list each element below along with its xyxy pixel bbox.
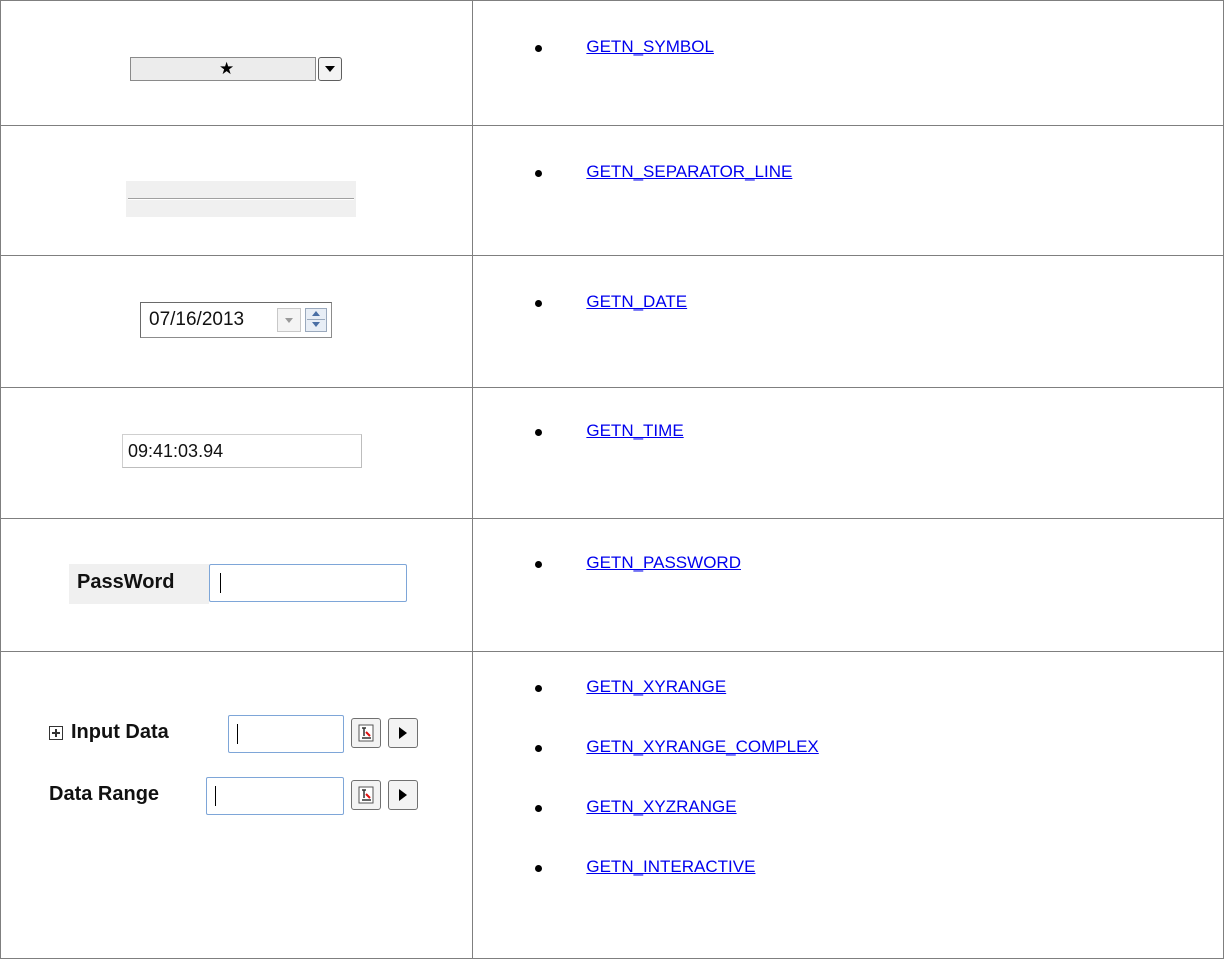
- table-row: GETN_SEPARATOR_LINE: [0, 125, 1224, 256]
- controls-table: ★ GETN_SYMBOL GETN_SEPARATOR_LINE 07/16/…: [0, 0, 1224, 959]
- control-preview-cell: [0, 125, 474, 256]
- text-caret: [220, 573, 221, 593]
- text-caret: [215, 786, 216, 806]
- link-getn-interactive[interactable]: GETN_INTERACTIVE: [586, 857, 755, 877]
- spinner-divider: [307, 319, 325, 320]
- input-data-field[interactable]: [228, 715, 344, 753]
- symbol-combo-field[interactable]: ★: [130, 57, 316, 81]
- links-cell: GETN_DATE: [472, 255, 1224, 388]
- links-cell: GETN_SEPARATOR_LINE: [472, 125, 1224, 256]
- table-row: 07/16/2013 GETN_DATE: [0, 255, 1224, 388]
- link-getn-symbol[interactable]: GETN_SYMBOL: [586, 37, 714, 57]
- control-preview-cell: 07/16/2013: [0, 255, 474, 388]
- links-cell: GETN_TIME: [472, 387, 1224, 519]
- play-arrow-icon: [399, 727, 407, 739]
- control-preview-cell: Input Data Data Range: [0, 651, 474, 959]
- time-value: 09:41:03.94: [128, 441, 224, 461]
- expand-plus-icon[interactable]: [49, 726, 63, 740]
- bullet-icon: [535, 170, 543, 177]
- links-cell: GETN_SYMBOL: [472, 0, 1224, 126]
- table-row: Input Data Data Range GETN_XYRANGE GETN_…: [0, 651, 1224, 959]
- dropdown-arrow-icon: [285, 318, 293, 323]
- links-cell: GETN_PASSWORD: [472, 518, 1224, 652]
- bullet-icon: [535, 300, 543, 307]
- select-range-icon: [358, 724, 374, 742]
- date-dropdown-button[interactable]: [277, 308, 301, 332]
- select-range-icon: [358, 786, 374, 804]
- link-getn-separator-line[interactable]: GETN_SEPARATOR_LINE: [586, 162, 792, 182]
- date-value: 07/16/2013: [149, 309, 245, 330]
- time-field[interactable]: 09:41:03.94: [122, 434, 362, 468]
- control-preview-cell: PassWord: [0, 518, 474, 652]
- input-data-play-button[interactable]: [388, 718, 418, 748]
- bullet-icon: [535, 745, 543, 752]
- bullet-icon: [535, 45, 543, 52]
- password-label: PassWord: [77, 571, 175, 593]
- date-picker[interactable]: 07/16/2013: [140, 302, 332, 338]
- link-getn-xyzrange[interactable]: GETN_XYZRANGE: [586, 797, 736, 817]
- bullet-icon: [535, 561, 543, 568]
- spin-down-icon[interactable]: [312, 322, 320, 327]
- control-preview-cell: ★: [0, 0, 474, 126]
- link-getn-xyrange-complex[interactable]: GETN_XYRANGE_COMPLEX: [586, 737, 818, 757]
- text-caret: [237, 724, 238, 744]
- data-range-field[interactable]: [206, 777, 344, 815]
- link-getn-date[interactable]: GETN_DATE: [586, 292, 687, 312]
- input-data-label: Input Data: [71, 721, 169, 743]
- link-getn-password[interactable]: GETN_PASSWORD: [586, 553, 741, 573]
- dropdown-arrow-icon: [325, 66, 335, 72]
- separator-preview: [126, 181, 356, 217]
- select-range-button[interactable]: [351, 718, 381, 748]
- table-row: 09:41:03.94 GETN_TIME: [0, 387, 1224, 519]
- table-row: PassWord GETN_PASSWORD: [0, 518, 1224, 652]
- password-field[interactable]: [209, 564, 407, 602]
- separator-line: [128, 198, 354, 200]
- control-preview-cell: 09:41:03.94: [0, 387, 474, 519]
- data-range-play-button[interactable]: [388, 780, 418, 810]
- data-range-label: Data Range: [49, 783, 160, 805]
- spin-up-icon[interactable]: [312, 311, 320, 316]
- bullet-icon: [535, 805, 543, 812]
- bullet-icon: [535, 685, 543, 692]
- symbol-dropdown-button[interactable]: [318, 57, 342, 81]
- links-cell: GETN_XYRANGE GETN_XYRANGE_COMPLEX GETN_X…: [472, 651, 1224, 959]
- play-arrow-icon: [399, 789, 407, 801]
- bullet-icon: [535, 865, 543, 872]
- bullet-icon: [535, 429, 543, 436]
- date-spinner[interactable]: [305, 308, 327, 332]
- table-row: ★ GETN_SYMBOL: [0, 0, 1224, 126]
- select-range-button[interactable]: [351, 780, 381, 810]
- star-icon: ★: [219, 59, 235, 78]
- link-getn-time[interactable]: GETN_TIME: [586, 421, 683, 441]
- link-getn-xyrange[interactable]: GETN_XYRANGE: [586, 677, 726, 697]
